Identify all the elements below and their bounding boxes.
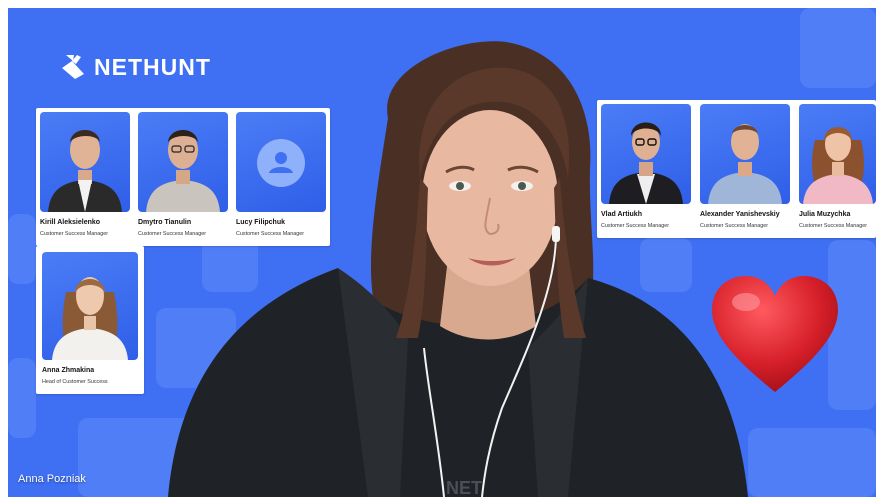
presenter-video: NET [168,41,748,497]
video-frame: NetHunt Kirill Aleksielenko Customer Suc… [8,8,876,497]
svg-text:NET: NET [446,478,482,497]
participant-name-label: Anna Pozniak [18,473,86,485]
heart-icon [712,276,838,392]
